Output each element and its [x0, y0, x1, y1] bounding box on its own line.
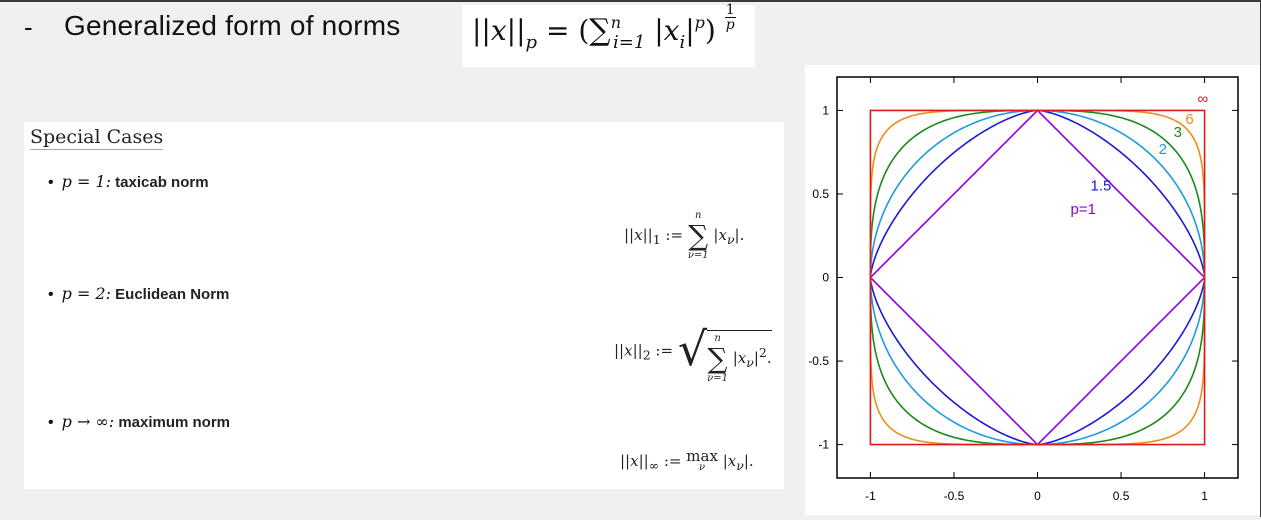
- max-operator: max ν: [686, 447, 718, 474]
- y-tick-label: 0.5: [812, 187, 829, 201]
- case-name: Euclidean Norm: [115, 286, 230, 303]
- slide-heading: Generalized form of norms: [64, 10, 401, 41]
- case-item-taxicab: • p = 1: taxicab norm: [48, 172, 209, 191]
- curve-∞: [869, 109, 1206, 446]
- special-cases-panel: Special Cases • p = 1: taxicab norm ||x||…: [24, 122, 784, 489]
- curve-label-∞: ∞: [1198, 91, 1209, 108]
- formula-sub-i: i: [679, 32, 686, 53]
- formula-close: ): [704, 14, 716, 47]
- curve-label-1.5: 1.5: [1091, 178, 1112, 195]
- curve-label-2: 2: [1159, 141, 1167, 158]
- square-root: √ n ∑ ν=1 |xν|2.: [677, 322, 772, 384]
- formula-eq: = (: [545, 14, 590, 47]
- case-name: taxicab norm: [115, 174, 209, 191]
- formula-norm: ||x||: [472, 14, 526, 47]
- maximum-norm-formula: ||x||∞ := max ν |xν|.: [620, 447, 754, 474]
- curve-label-p=1: p=1: [1071, 201, 1096, 218]
- curve-6: [869, 109, 1206, 446]
- curve-label-6: 6: [1185, 111, 1193, 128]
- sum-operator: n ∑ ν=1: [687, 210, 709, 261]
- curve-p=1: [869, 109, 1206, 446]
- x-tick-label: -0.5: [944, 489, 965, 503]
- curve-label-3: 3: [1174, 124, 1182, 141]
- x-tick-label: 0: [1034, 489, 1041, 503]
- case-condition: p = 2:: [61, 284, 111, 303]
- x-tick-label: 0.5: [1113, 489, 1130, 503]
- unit-circle-chart-panel: -1 -0.5 0 0.5 1 1 0.5 0 -0.5 -1 p=1 1.5 2 3 6 ∞: [805, 65, 1260, 515]
- case-condition: p = 1:: [61, 172, 111, 191]
- formula-sigma: ∑: [589, 13, 611, 48]
- case-condition: p → ∞:: [61, 412, 115, 431]
- y-tick-label: -1: [818, 438, 829, 452]
- curve-1.5: [869, 109, 1206, 446]
- formula-pow-p: p: [694, 13, 705, 32]
- generalized-norm-formula-box: ||x||p = (∑ni=1 |xi|p) 1p: [462, 3, 755, 67]
- formula-sum-upper: n: [610, 13, 621, 32]
- curve-2: [869, 109, 1206, 446]
- heading-bullet: -: [24, 12, 33, 42]
- y-tick-label: -0.5: [808, 354, 829, 368]
- case-item-euclidean: • p = 2: Euclidean Norm: [48, 284, 230, 303]
- x-tick-label: 1: [1201, 489, 1208, 503]
- case-name: maximum norm: [118, 414, 231, 431]
- slide-top-border: [0, 0, 1261, 2]
- formula-abs-open: |x: [654, 14, 680, 47]
- y-tick-label: 1: [822, 103, 829, 117]
- formula-sub-p: p: [525, 32, 538, 53]
- formula-abs-close: |: [685, 14, 695, 47]
- taxicab-norm-formula: ||x||1 := n ∑ ν=1 |xν|.: [624, 210, 745, 261]
- formula-sum-lower: i=1: [613, 32, 646, 53]
- generalized-norm-formula: ||x||p = (∑ni=1 |xi|p) 1p: [472, 3, 736, 53]
- x-tick-label: -1: [865, 489, 876, 503]
- formula-exponent-fraction: 1p: [724, 2, 736, 33]
- euclidean-norm-formula: ||x||2 := √ n ∑ ν=1 |xν|2.: [614, 318, 772, 385]
- case-item-maximum: • p → ∞: maximum norm: [48, 412, 231, 431]
- special-cases-title: Special Cases: [30, 126, 164, 150]
- curve-3: [869, 109, 1206, 446]
- y-tick-label: 0: [822, 271, 829, 285]
- unit-circles-chart: -1 -0.5 0 0.5 1 1 0.5 0 -0.5 -1 p=1 1.5 236 ∞: [808, 76, 1239, 503]
